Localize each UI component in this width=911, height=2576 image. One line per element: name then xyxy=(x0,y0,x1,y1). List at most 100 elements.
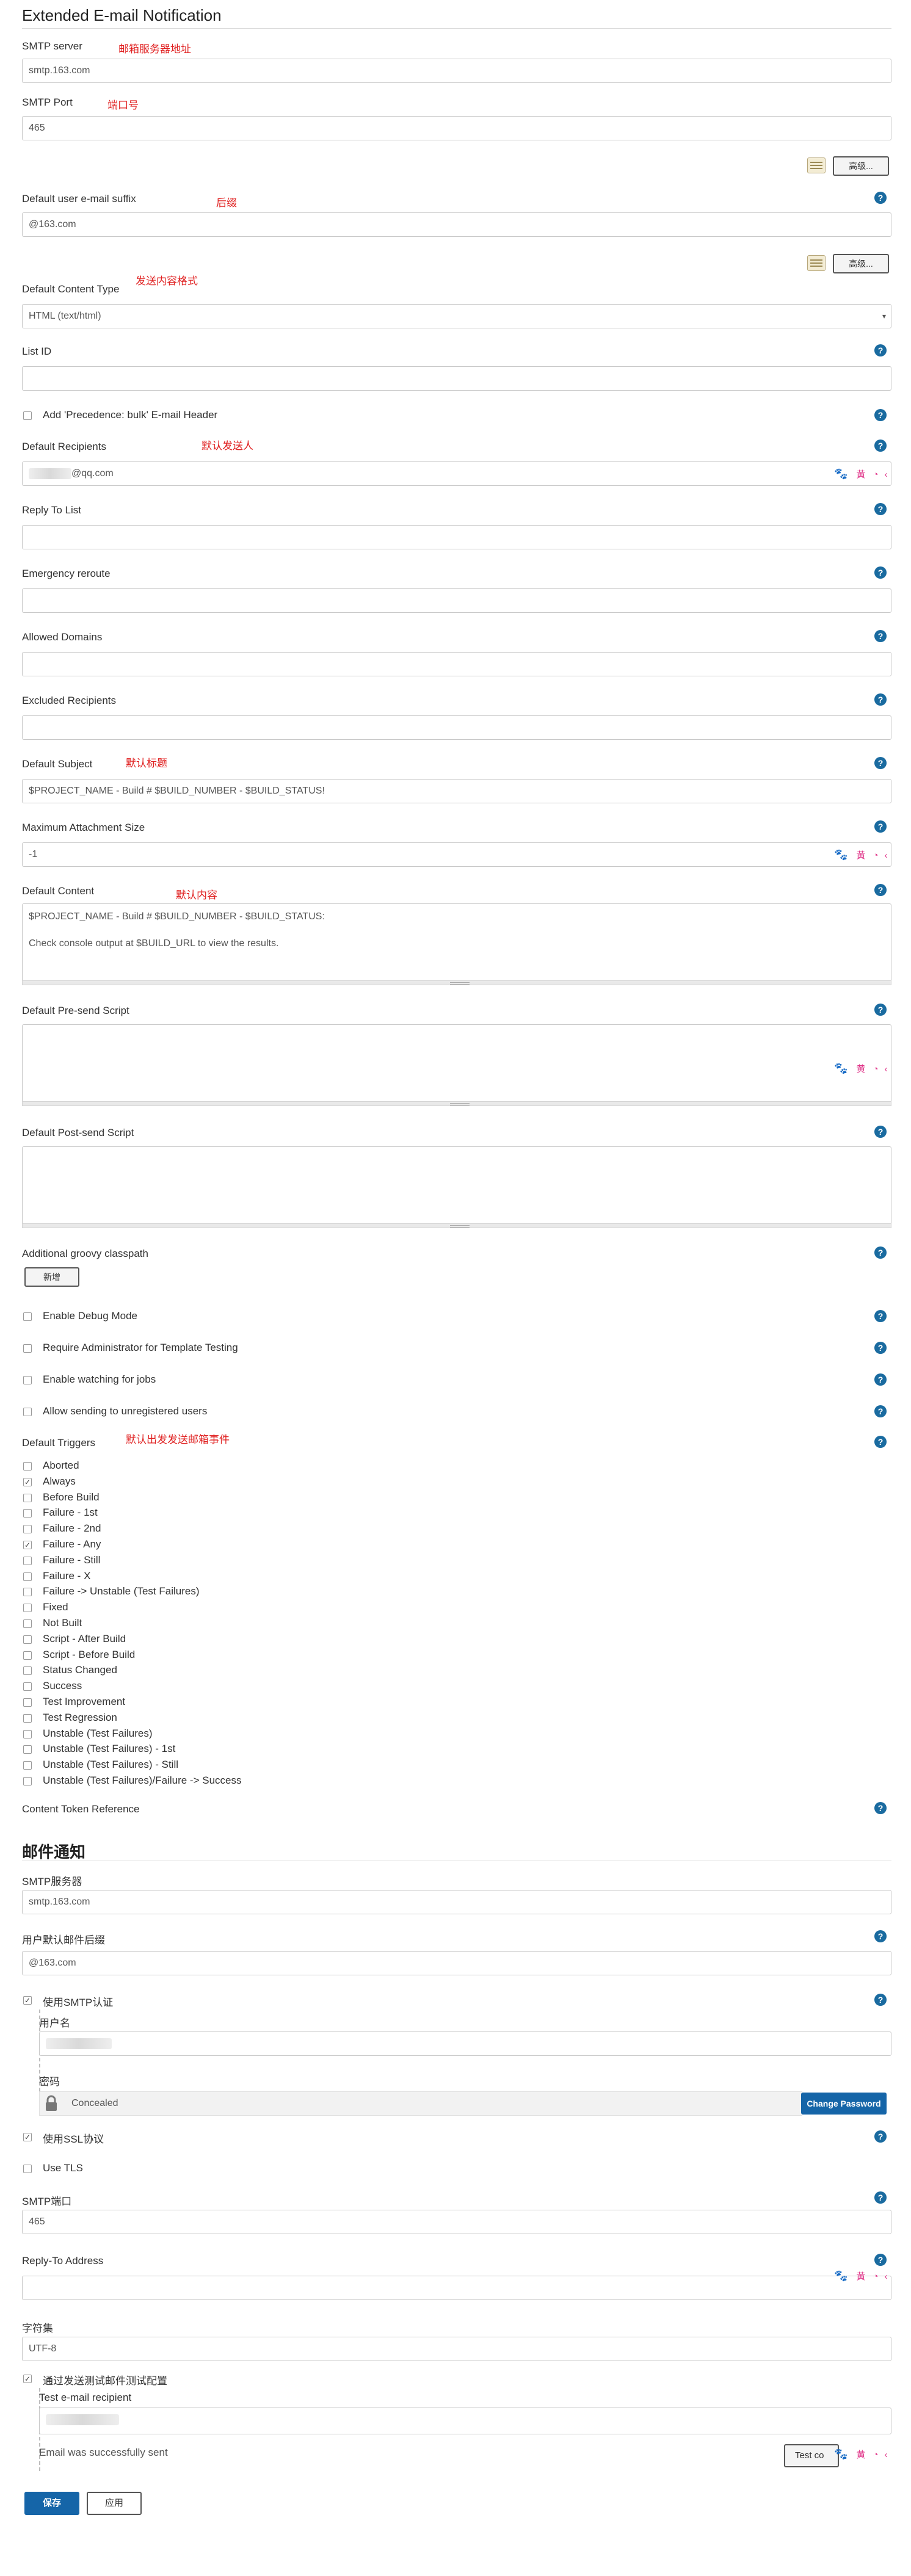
unregistered-checkbox[interactable] xyxy=(23,1408,32,1416)
help-icon[interactable]: ? xyxy=(874,1994,887,2006)
max-attach-input[interactable]: -1 xyxy=(22,842,891,867)
resize-grip[interactable] xyxy=(22,1101,891,1106)
help-icon[interactable]: ? xyxy=(874,566,887,579)
help-icon[interactable]: ? xyxy=(874,630,887,642)
help-icon[interactable]: ? xyxy=(874,1405,887,1417)
recipients-input[interactable]: @qq.com xyxy=(22,461,891,486)
section-divider xyxy=(22,28,891,29)
trigger-checkbox[interactable] xyxy=(23,1572,32,1581)
trigger-label: Test Improvement xyxy=(43,1696,126,1707)
help-icon[interactable]: ? xyxy=(874,884,887,896)
charset-label: 字符集 xyxy=(22,2323,53,2334)
help-icon[interactable]: ? xyxy=(874,1802,887,1814)
trigger-checkbox[interactable] xyxy=(23,1745,32,1754)
mail-port-input[interactable]: 465 xyxy=(22,2210,891,2234)
apply-button[interactable]: 应用 xyxy=(87,2492,142,2515)
debug-checkbox[interactable] xyxy=(23,1312,32,1321)
help-icon[interactable]: ? xyxy=(874,344,887,356)
test-config-checkbox[interactable]: ✓ xyxy=(23,2375,32,2383)
trigger-checkbox[interactable] xyxy=(23,1777,32,1785)
trigger-checkbox[interactable]: ✓ xyxy=(23,1478,32,1486)
emergency-input[interactable] xyxy=(22,588,891,613)
list-id-input[interactable] xyxy=(22,366,891,391)
trigger-checkbox[interactable] xyxy=(23,1651,32,1660)
trigger-checkbox[interactable] xyxy=(23,1698,32,1707)
help-icon[interactable]: ? xyxy=(874,409,887,421)
ssl-checkbox[interactable]: ✓ xyxy=(23,2133,32,2141)
save-button[interactable]: 保存 xyxy=(24,2492,79,2515)
mail-reply-to-input[interactable] xyxy=(22,2276,891,2300)
help-icon[interactable]: ? xyxy=(874,1126,887,1138)
trigger-label: Failure - 1st xyxy=(43,1507,98,1518)
excluded-input[interactable] xyxy=(22,715,891,740)
help-icon[interactable]: ? xyxy=(874,1930,887,1942)
postsend-textarea[interactable] xyxy=(22,1146,891,1226)
suffix-input[interactable]: @163.com xyxy=(22,212,891,237)
trigger-checkbox[interactable] xyxy=(23,1635,32,1644)
trigger-checkbox[interactable]: ✓ xyxy=(23,1541,32,1549)
charset-input[interactable]: UTF-8 xyxy=(22,2337,891,2361)
allowed-domains-input[interactable] xyxy=(22,652,891,676)
trigger-label: Failure - Any xyxy=(43,1538,101,1550)
trigger-checkbox[interactable] xyxy=(23,1494,32,1502)
help-icon[interactable]: ? xyxy=(874,757,887,769)
help-icon[interactable]: ? xyxy=(874,1246,887,1259)
trigger-checkbox[interactable] xyxy=(23,1730,32,1738)
trigger-checkbox[interactable] xyxy=(23,1714,32,1723)
help-icon[interactable]: ? xyxy=(874,440,887,452)
allowed-domains-label: Allowed Domains xyxy=(22,631,103,643)
help-icon[interactable]: ? xyxy=(874,2130,887,2143)
trigger-checkbox[interactable] xyxy=(23,1557,32,1565)
reply-to-input[interactable] xyxy=(22,525,891,549)
paw-icon: 🐾 xyxy=(834,468,848,480)
smtp-port-note: 端口号 xyxy=(107,99,139,111)
tls-checkbox[interactable] xyxy=(23,2165,32,2173)
admin-checkbox[interactable] xyxy=(23,1344,32,1353)
trigger-checkbox[interactable] xyxy=(23,1462,32,1471)
advanced-button-1[interactable]: 高级... xyxy=(833,156,889,176)
subject-input[interactable]: $PROJECT_NAME - Build # $BUILD_NUMBER - … xyxy=(22,779,891,803)
watching-checkbox[interactable] xyxy=(23,1376,32,1384)
help-icon[interactable]: ? xyxy=(874,503,887,515)
resize-grip[interactable] xyxy=(22,980,891,985)
precedence-checkbox[interactable] xyxy=(23,411,32,420)
help-icon[interactable]: ? xyxy=(874,1342,887,1354)
trigger-checkbox[interactable] xyxy=(23,1588,32,1596)
mail-port-label: SMTP端口 xyxy=(22,2196,72,2207)
content-note: 默认内容 xyxy=(176,889,217,901)
smtp-server-input[interactable]: smtp.163.com xyxy=(22,59,891,83)
test-configuration-button[interactable]: Test co xyxy=(784,2444,839,2467)
help-icon[interactable]: ? xyxy=(874,820,887,833)
help-icon[interactable]: ? xyxy=(874,2254,887,2266)
help-icon[interactable]: ? xyxy=(874,1004,887,1016)
trigger-label: Failure - X xyxy=(43,1570,91,1582)
helper-tool-3: ◔ xyxy=(873,2450,879,2460)
trigger-checkbox[interactable] xyxy=(23,1509,32,1518)
add-classpath-button[interactable]: 新增 xyxy=(24,1267,79,1287)
trigger-checkbox[interactable] xyxy=(23,1525,32,1533)
change-password-button[interactable]: Change Password xyxy=(801,2093,887,2115)
presend-textarea[interactable] xyxy=(22,1024,891,1104)
username-input[interactable] xyxy=(39,2031,891,2056)
trigger-checkbox[interactable] xyxy=(23,1761,32,1770)
help-icon[interactable]: ? xyxy=(874,192,887,204)
smtp-port-input[interactable]: 465 xyxy=(22,116,891,140)
advanced-button-2[interactable]: 高级... xyxy=(833,254,889,273)
trigger-checkbox[interactable] xyxy=(23,1604,32,1612)
trigger-checkbox[interactable] xyxy=(23,1682,32,1691)
help-icon[interactable]: ? xyxy=(874,693,887,706)
content-textarea[interactable]: $PROJECT_NAME - Build # $BUILD_NUMBER - … xyxy=(22,903,891,983)
mail-suffix-input[interactable]: @163.com xyxy=(22,1951,891,1975)
help-icon[interactable]: ? xyxy=(874,2191,887,2204)
smtp-auth-checkbox[interactable]: ✓ xyxy=(23,1996,32,2005)
help-icon[interactable]: ? xyxy=(874,1310,887,1322)
mail-smtp-input[interactable]: smtp.163.com xyxy=(22,1890,891,1914)
test-recipient-input[interactable] xyxy=(39,2408,891,2434)
content-type-select[interactable]: HTML (text/html) ▾ xyxy=(22,304,891,328)
help-icon[interactable]: ? xyxy=(874,1436,887,1448)
resize-grip[interactable] xyxy=(22,1223,891,1228)
help-icon[interactable]: ? xyxy=(874,1373,887,1386)
trigger-checkbox[interactable] xyxy=(23,1666,32,1675)
trigger-checkbox[interactable] xyxy=(23,1619,32,1628)
smtp-server-note: 邮箱服务器地址 xyxy=(118,43,191,55)
